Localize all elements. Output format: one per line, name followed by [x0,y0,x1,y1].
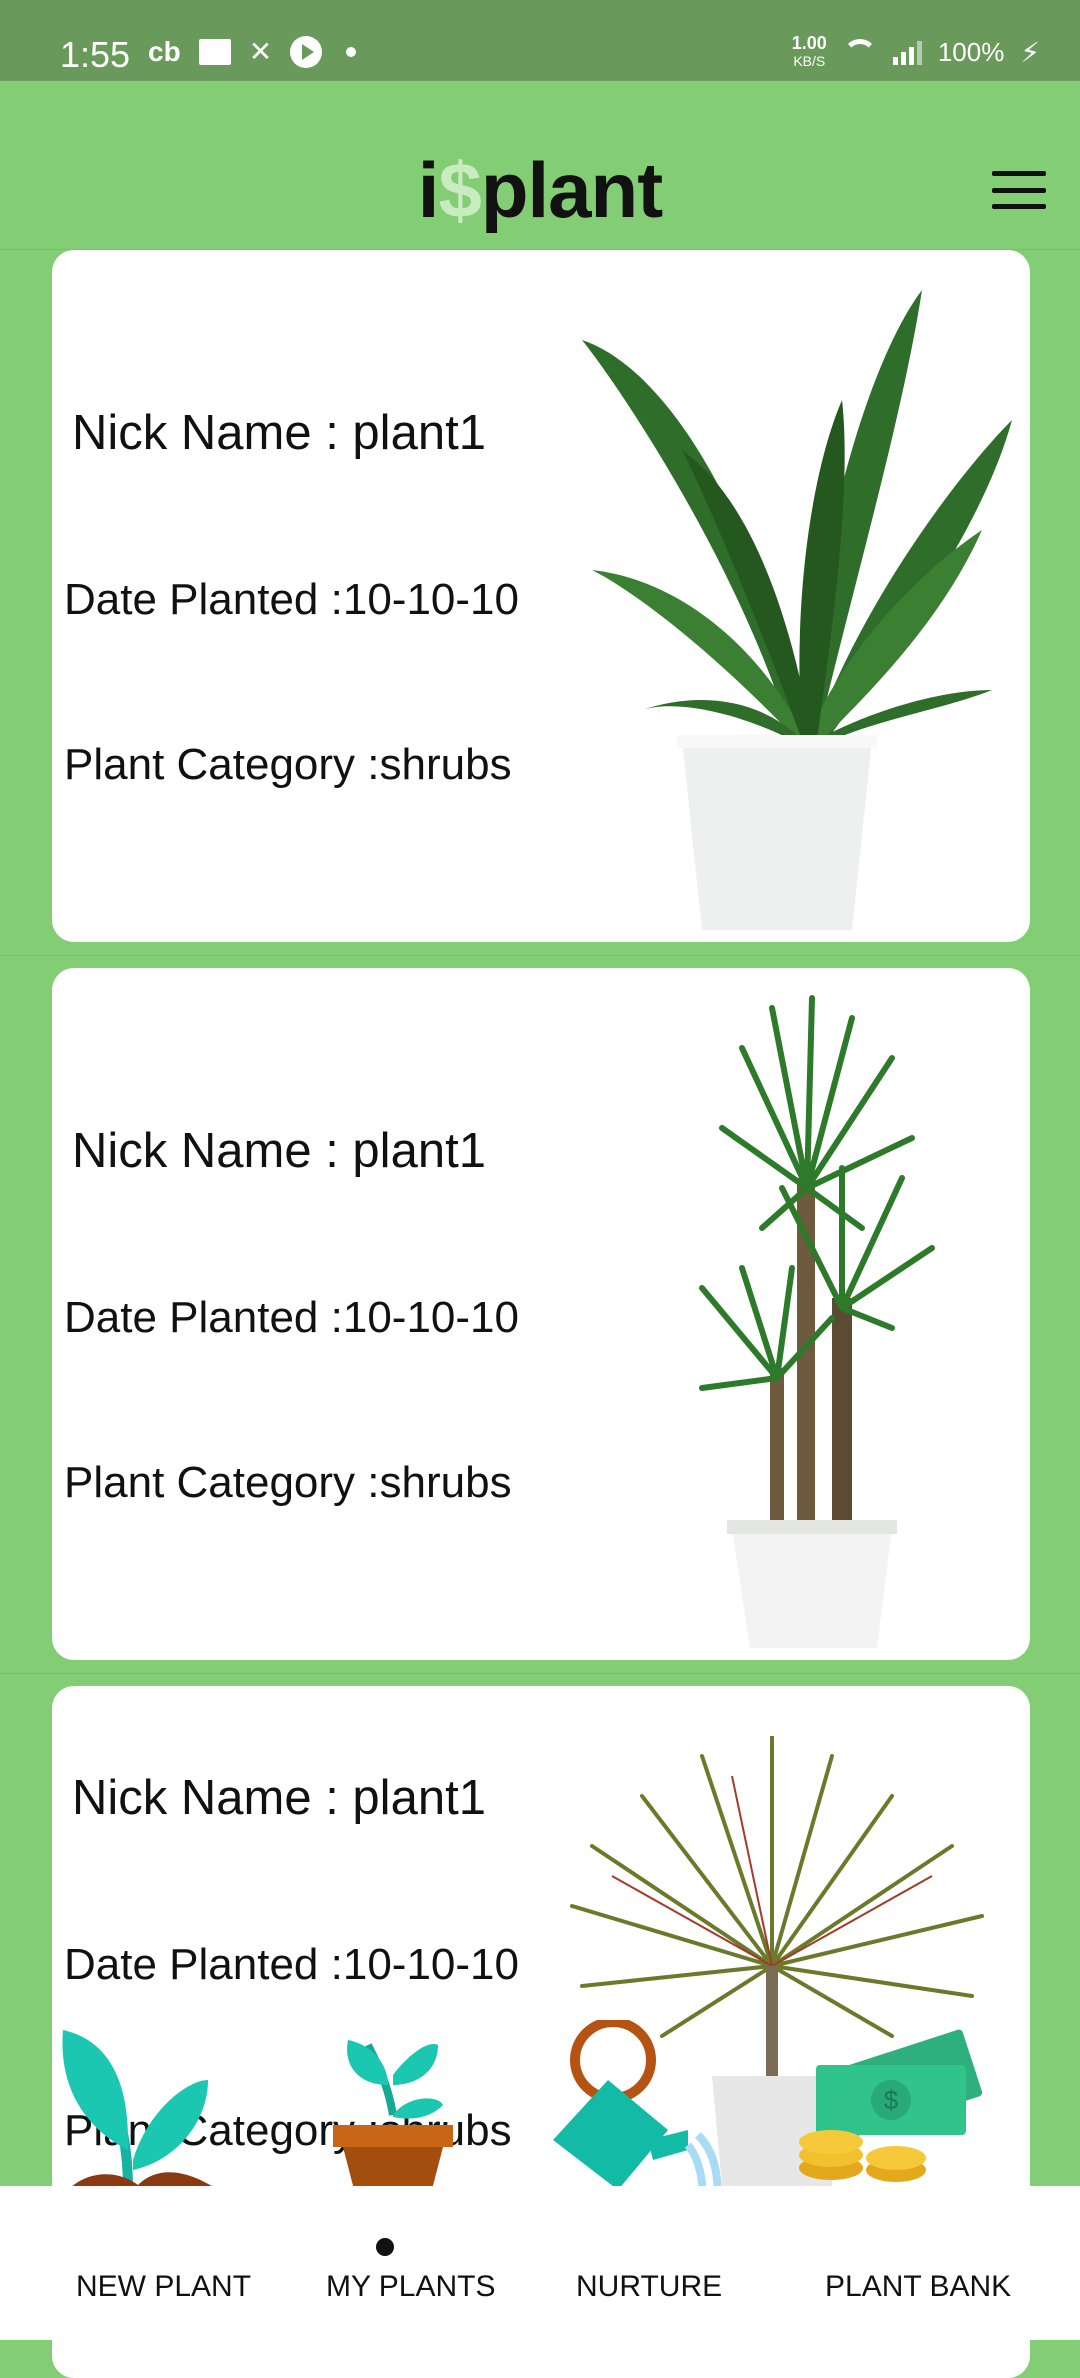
divider [0,955,1080,956]
x-icon: ✕ [248,36,273,67]
plant-date-planted: Date Planted :10-10-10 [64,575,519,624]
app-title: i$plant [0,145,1080,236]
svg-text:$: $ [884,2085,899,2115]
potted-plant-icon [333,2040,453,2205]
title-suffix: plant [480,146,663,234]
plant-card[interactable]: Nick Name : plant1 Date Planted :10-10-1… [52,968,1030,1660]
status-notification-icons: cb ✕ [148,36,357,68]
plant-nick-name: Nick Name : plant1 [72,406,486,460]
plant-card[interactable]: Nick Name : plant1 Date Planted :10-10-1… [52,250,1030,942]
signal-icon [892,39,922,65]
hamburger-menu-icon[interactable] [992,171,1046,209]
nav-nurture[interactable]: NURTURE [576,2270,722,2304]
nav-my-plants[interactable]: MY PLANTS [326,2270,496,2304]
app-bar: i$plant [0,81,1080,250]
battery-text: 100% [937,36,1005,67]
status-right-icons: 1.00 KB/S 100% ⚡ [792,34,1040,70]
plant-date-planted: Date Planted :10-10-10 [64,1293,519,1342]
watering-can-icon [553,2020,722,2200]
net-speed-unit: KB/S [793,53,826,69]
title-prefix: i [417,146,440,234]
nav-plant-bank[interactable]: PLANT BANK [825,2270,1011,2304]
status-time: 1:55 [60,34,131,75]
yucca-plant-image [699,995,935,1648]
plant-nick-name: Nick Name : plant1 [72,1771,486,1825]
net-speed: 1.00 KB/S [792,34,827,70]
dot-icon [346,47,357,57]
active-tab-indicator [376,2238,394,2256]
plant-nick-name: Nick Name : plant1 [72,1124,486,1178]
title-dollar-symbol: $ [438,146,481,234]
cb-icon: cb [148,36,181,67]
plant-category: Plant Category :shrubs [64,1458,512,1507]
divider [0,1673,1080,1674]
plant-category: Plant Category :shrubs [64,740,512,789]
sprout-icon [62,2030,218,2200]
play-icon [290,36,323,68]
net-speed-value: 1.00 [791,33,827,53]
bottom-navigation: NEW PLANT MY PLANTS NURTURE PLANT BANK [0,2186,1080,2340]
status-bar: 1:55 cb ✕ 1.00 KB/S 100% ⚡ [0,0,1080,81]
charging-bolt-icon: ⚡ [1020,36,1040,68]
bird-of-paradise-plant-image [582,290,1012,930]
plant-date-planted: Date Planted :10-10-10 [64,1940,519,1989]
nav-new-plant[interactable]: NEW PLANT [76,2270,251,2304]
money-icon: $ [799,2029,983,2182]
wifi-icon [842,39,877,65]
ad-box-icon [198,39,231,65]
